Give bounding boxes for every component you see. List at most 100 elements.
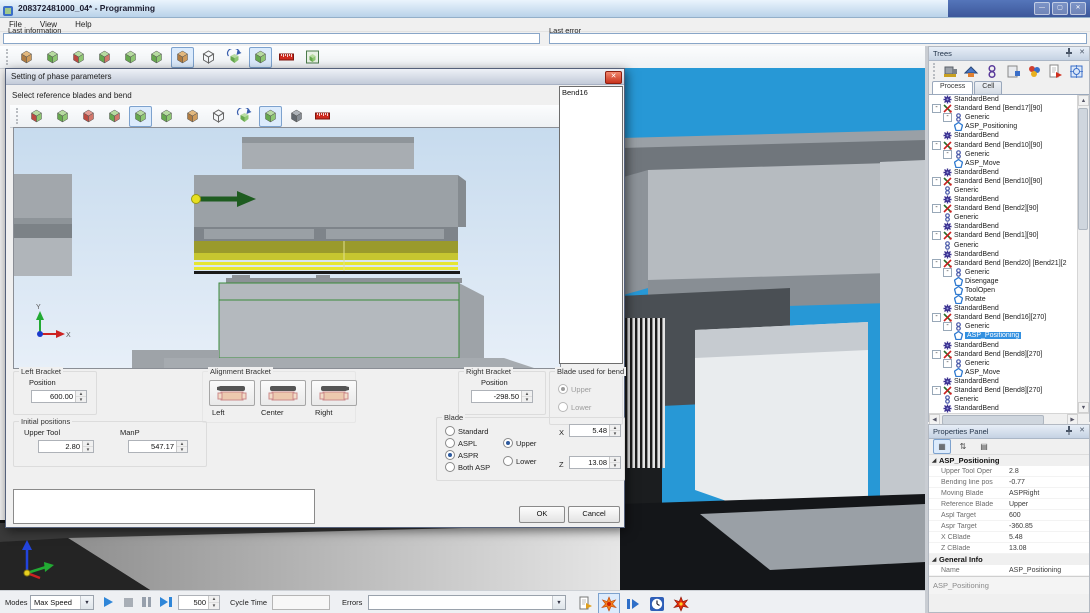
tree-collapse-icon[interactable]: - bbox=[932, 104, 941, 113]
fit-view-icon[interactable] bbox=[301, 47, 324, 68]
property-value[interactable]: 600 bbox=[1009, 512, 1021, 519]
tree-row[interactable]: StandardBend bbox=[929, 304, 1089, 313]
blade-refresh-icon[interactable] bbox=[233, 106, 256, 127]
align-left-button[interactable] bbox=[209, 380, 255, 406]
tree-row[interactable]: ASP_Move bbox=[929, 368, 1089, 377]
bend-list-item[interactable]: Bend16 bbox=[560, 87, 622, 98]
tree-collapse-icon[interactable]: - bbox=[943, 359, 952, 368]
property-row[interactable]: Upper Tool Oper2.8 bbox=[929, 466, 1089, 477]
tree-row[interactable]: -Generic bbox=[929, 359, 1089, 368]
close-panel-icon[interactable]: ✕ bbox=[1077, 48, 1087, 59]
tree-row[interactable]: -Standard Bend [Bend1][90] bbox=[929, 231, 1089, 240]
tree-row[interactable]: StandardBend bbox=[929, 341, 1089, 350]
spinner-arrows-icon[interactable]: ▲▼ bbox=[609, 425, 620, 436]
tree-row[interactable]: -Standard Bend [Bend16][270] bbox=[929, 313, 1089, 322]
close-panel-icon[interactable]: ✕ bbox=[1077, 426, 1087, 437]
dialog-close-icon[interactable]: ✕ bbox=[605, 71, 622, 84]
tree-row[interactable]: -Standard Bend [Bend10][90] bbox=[929, 177, 1089, 186]
blade-lower-radio[interactable]: Lower bbox=[503, 456, 536, 466]
blade-dark-view-icon[interactable] bbox=[285, 106, 308, 127]
tree-row[interactable]: ToolOpen bbox=[929, 286, 1089, 295]
tree-row[interactable]: StandardBend bbox=[929, 195, 1089, 204]
measure-tool-icon[interactable] bbox=[275, 47, 298, 68]
tree-row[interactable]: StandardBend bbox=[929, 404, 1089, 413]
tree-row[interactable]: StandardBend bbox=[929, 222, 1089, 231]
tree-row[interactable]: StandardBend bbox=[929, 95, 1089, 104]
spinner-arrows-icon[interactable]: ▲▼ bbox=[208, 596, 219, 609]
pause-icon[interactable] bbox=[142, 597, 151, 607]
target-icon[interactable] bbox=[1068, 61, 1086, 81]
tree-row[interactable]: -Standard Bend [Bend8][270] bbox=[929, 386, 1089, 395]
window-titlebar[interactable]: 208372481000_04* - Programming — ▢ ✕ bbox=[0, 0, 1090, 18]
tree-collapse-icon[interactable]: - bbox=[932, 177, 941, 186]
spinner-arrows-icon[interactable]: ▲▼ bbox=[176, 441, 187, 452]
property-value[interactable]: ASPRight bbox=[1009, 490, 1039, 497]
view-top-icon[interactable] bbox=[41, 47, 64, 68]
tab-process[interactable]: Process bbox=[932, 81, 973, 94]
sort-alpha-icon[interactable]: ⇅ bbox=[954, 439, 972, 454]
cancel-button[interactable]: Cancel bbox=[568, 506, 620, 523]
tree-row[interactable]: -Generic bbox=[929, 150, 1089, 159]
spinner-arrows-icon[interactable]: ▲▼ bbox=[521, 391, 532, 402]
tree-row[interactable]: Generic bbox=[929, 241, 1089, 250]
maximize-button[interactable]: ▢ bbox=[1052, 2, 1068, 15]
tree-collapse-icon[interactable]: - bbox=[932, 350, 941, 359]
report-icon[interactable] bbox=[574, 593, 596, 613]
blade-aspl-radio[interactable]: ASPL bbox=[445, 438, 477, 448]
group-expander-icon[interactable]: ◢ bbox=[929, 556, 939, 563]
sequence-icon[interactable] bbox=[984, 61, 1002, 81]
tree-collapse-icon[interactable]: - bbox=[943, 150, 952, 159]
tree-row[interactable]: StandardBend bbox=[929, 131, 1089, 140]
blade-view-left-icon[interactable] bbox=[129, 106, 152, 127]
report-icon[interactable] bbox=[1047, 61, 1065, 81]
blade-aspr-radio[interactable]: ASPR bbox=[445, 450, 478, 460]
tree-row[interactable]: -Standard Bend [Bend20] [Bend21][2 bbox=[929, 259, 1089, 268]
property-value[interactable]: -0.77 bbox=[1009, 479, 1025, 486]
last-error-field[interactable] bbox=[549, 33, 1087, 44]
errors-select[interactable]: ▼ bbox=[368, 595, 566, 610]
view-iso-icon[interactable] bbox=[15, 47, 38, 68]
property-value[interactable]: 13.08 bbox=[1009, 545, 1027, 552]
blade-standard-radio[interactable]: Standard bbox=[445, 426, 488, 436]
cycle-clock-icon[interactable] bbox=[646, 593, 668, 613]
pin-icon[interactable] bbox=[1064, 48, 1074, 59]
tooling-icon[interactable] bbox=[1026, 61, 1044, 81]
blade-upper-radio[interactable]: Upper bbox=[503, 438, 536, 448]
tree-collapse-icon[interactable]: - bbox=[943, 322, 952, 331]
view-current-icon[interactable] bbox=[171, 47, 194, 68]
property-row[interactable]: NameASP_Positioning bbox=[929, 565, 1089, 576]
property-row[interactable]: Aspr Target-360.85 bbox=[929, 521, 1089, 532]
blade-view-right-icon[interactable] bbox=[155, 106, 178, 127]
spinner-arrows-icon[interactable]: ▲▼ bbox=[75, 391, 86, 402]
property-value[interactable]: 2.8 bbox=[1009, 468, 1019, 475]
spinner-arrows-icon[interactable]: ▲▼ bbox=[609, 457, 620, 468]
close-button[interactable]: ✕ bbox=[1070, 2, 1086, 15]
blade-view-back-icon[interactable] bbox=[103, 106, 126, 127]
tree-row[interactable]: -Generic bbox=[929, 322, 1089, 331]
refresh-view-icon[interactable] bbox=[223, 47, 246, 68]
tree-row[interactable]: Rotate bbox=[929, 295, 1089, 304]
blade-wireframe-icon[interactable] bbox=[207, 106, 230, 127]
view-left-icon[interactable] bbox=[119, 47, 142, 68]
property-row[interactable]: X CBlade5.48 bbox=[929, 532, 1089, 543]
menu-help[interactable]: Help bbox=[66, 20, 100, 29]
dialog-titlebar[interactable]: Setting of phase parameters bbox=[6, 69, 624, 85]
shaded-view-icon[interactable] bbox=[249, 47, 272, 68]
tree-row[interactable]: -Standard Bend [Bend2][90] bbox=[929, 204, 1089, 213]
property-row[interactable]: Bending line pos-0.77 bbox=[929, 477, 1089, 488]
property-value[interactable]: Upper bbox=[1009, 501, 1028, 508]
pin-icon[interactable] bbox=[1064, 426, 1074, 437]
tree-collapse-icon[interactable]: - bbox=[932, 141, 941, 150]
spinner-arrows-icon[interactable]: ▲▼ bbox=[82, 441, 93, 452]
property-pages-icon[interactable]: ▤ bbox=[975, 439, 993, 454]
tree-row[interactable]: -Standard Bend [Bend8][270] bbox=[929, 350, 1089, 359]
tree-row[interactable]: Generic bbox=[929, 395, 1089, 404]
blade-view-iso-icon[interactable] bbox=[25, 106, 48, 127]
blade-both-asp-radio[interactable]: Both ASP bbox=[445, 462, 490, 472]
view-right-icon[interactable] bbox=[145, 47, 168, 68]
last-information-field[interactable] bbox=[3, 33, 540, 44]
cycle-time-field[interactable] bbox=[272, 595, 330, 610]
blade-3d-viewport[interactable]: Y X bbox=[13, 127, 561, 369]
blade-shaded-icon[interactable] bbox=[259, 106, 282, 127]
tab-cell[interactable]: Cell bbox=[974, 81, 1002, 94]
